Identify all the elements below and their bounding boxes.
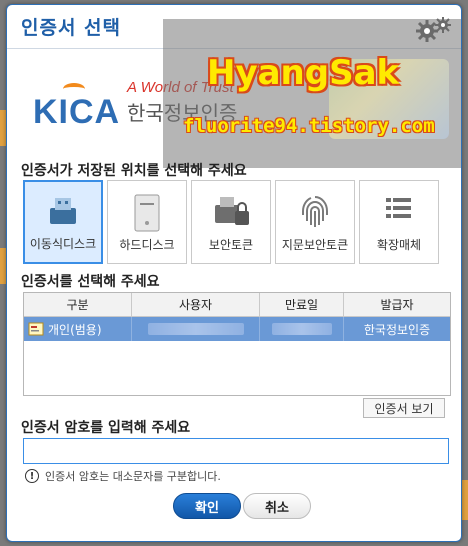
security-token-icon (215, 197, 249, 225)
hint-text: 인증서 암호는 대소문자를 구분합니다. (45, 470, 221, 483)
column-header-issuer: 발급자 (380, 298, 414, 312)
redacted-expiry (271, 323, 332, 335)
location-label: 하드디스크 (119, 238, 175, 252)
logo-brand: KICA (33, 93, 121, 131)
location-fingerprint-token[interactable]: 지문보안토큰 (275, 180, 355, 264)
background-app-edge (462, 480, 468, 520)
password-input[interactable] (23, 438, 449, 464)
location-extended-media[interactable]: 확장매체 (359, 180, 439, 264)
info-icon: ! (25, 469, 39, 483)
location-hard-disk[interactable]: 하드디스크 (107, 180, 187, 264)
view-certificate-button[interactable]: 인증서 보기 (363, 398, 445, 418)
location-label: 이동식디스크 (29, 237, 97, 251)
location-security-token[interactable]: 보안토큰 (191, 180, 271, 264)
table-header: 구분 사용자 만료일 발급자 (24, 293, 450, 317)
cell-user (132, 317, 260, 341)
certificate-heading: 인증서를 선택해 주세요 (21, 274, 160, 290)
location-heading: 인증서가 저장된 위치를 선택해 주세요 (21, 163, 247, 179)
watermark-url: fluorite94.tistory.com (183, 115, 435, 137)
location-label: 확장매체 (376, 238, 422, 252)
column-header-user: 사용자 (132, 293, 260, 316)
cancel-button[interactable]: 취소 (243, 493, 311, 519)
watermark-title: HyangSak (207, 53, 400, 93)
cell-type: 개인(범용) (24, 317, 132, 341)
location-label: 보안토큰 (208, 238, 254, 252)
list-icon (386, 198, 411, 218)
usb-drive-icon (50, 198, 76, 224)
location-usb[interactable]: 이동식디스크 (23, 180, 103, 264)
column-header-expiry: 만료일 (260, 293, 344, 316)
ok-button[interactable]: 확인 (173, 493, 241, 519)
password-hint: ! 인증서 암호는 대소문자를 구분합니다. (25, 468, 221, 484)
storage-location-list: 이동식디스크 하드디스크 보안토큰 지문보안토큰 확장매체 (23, 180, 439, 264)
cell-expiry (260, 317, 344, 341)
column-header-type: 구분 (24, 293, 132, 316)
redacted-user (147, 323, 244, 335)
certificate-dialog: 인증서 선택 KICA A World of Trust 한국정보인증 Hyan… (6, 4, 462, 542)
certificate-type-label: 개인(범용) (48, 322, 102, 337)
certificate-icon (28, 322, 44, 336)
table-row[interactable]: 개인(범용) 한국정보인증 (24, 317, 450, 341)
fingerprint-icon (302, 196, 328, 227)
hard-disk-icon (134, 194, 160, 232)
password-heading: 인증서 암호를 입력해 주세요 (21, 420, 191, 436)
settings-gear-icon[interactable] (415, 15, 451, 45)
certificate-table: 구분 사용자 만료일 발급자 개인(범용) 한국정보인증 (23, 292, 451, 396)
cell-issuer: 한국정보인증 (363, 322, 431, 337)
location-label: 지문보안토큰 (281, 238, 349, 252)
dialog-title: 인증서 선택 (21, 17, 122, 39)
